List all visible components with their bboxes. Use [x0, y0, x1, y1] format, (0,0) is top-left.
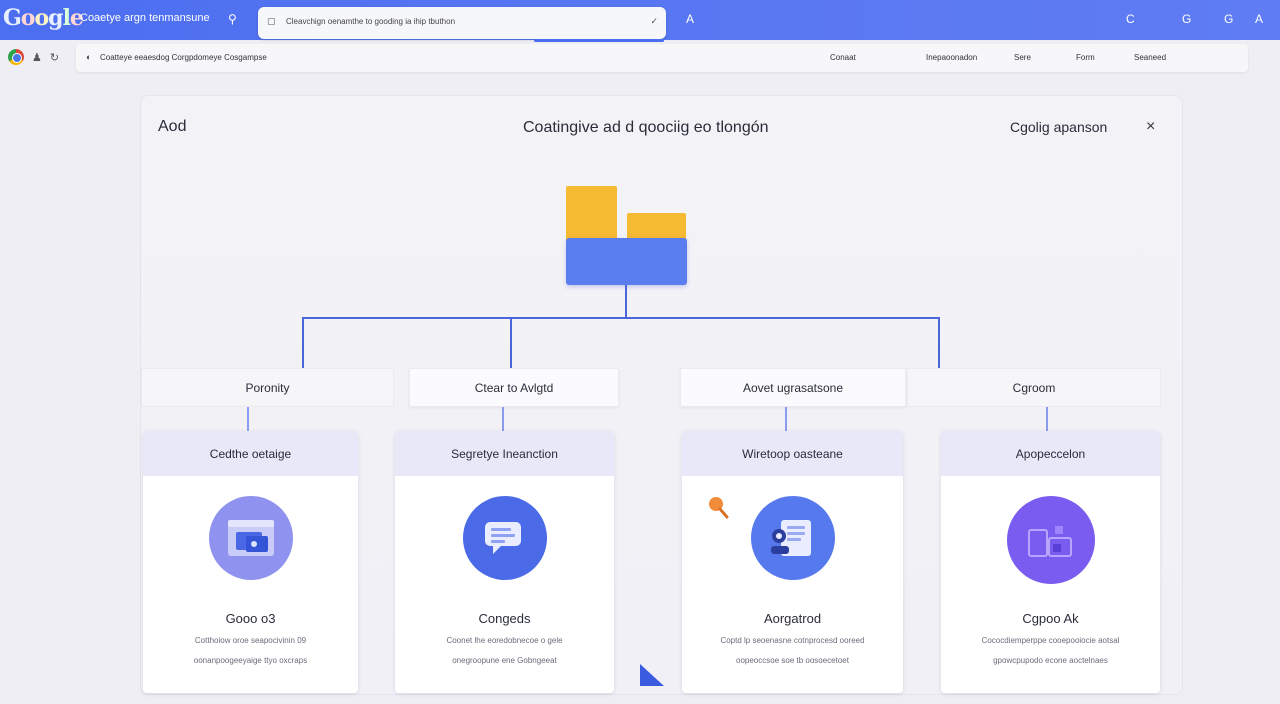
lock-icon: ◐	[86, 52, 92, 62]
address-bar[interactable]: ◐ Coatteye eeaesdog Corgpdomeye Cosgamps…	[76, 44, 1248, 72]
connector-branch-4	[938, 317, 940, 368]
toolbar-icon-g[interactable]: G	[1182, 11, 1191, 27]
folder-illustration-back	[566, 186, 617, 241]
browser-window-icon	[208, 496, 293, 580]
active-tab-indicator	[534, 39, 664, 42]
app-title: Coaetye argn tenmansune	[80, 12, 210, 24]
toolbar-icon-g2[interactable]: G	[1224, 11, 1233, 27]
section-tab-4[interactable]: Cgroom	[907, 368, 1161, 407]
card-header: Wiretoop oasteane	[682, 431, 903, 476]
tab-letter[interactable]: A	[686, 11, 694, 27]
card-description-line-2: oopeoccsoe soe tb oosoecetoet	[736, 656, 849, 665]
connector-horizontal	[302, 317, 940, 319]
card-description-line-2: oonanpoogeeyaige ttyo oxcraps	[193, 656, 308, 665]
organization-dialog: Aod Coatingive ad d qoociig eo tlongón C…	[140, 95, 1183, 695]
folder-illustration-tab	[627, 213, 686, 241]
section-tab-2[interactable]: Ctear to Avlgtd	[409, 368, 619, 407]
chat-document-icon	[462, 496, 547, 580]
card-header: Cedthe oetaige	[143, 431, 358, 476]
google-logo[interactable]: Google	[3, 5, 84, 31]
drop-line-3	[785, 407, 787, 431]
nav-link-info[interactable]: Inepaoonadon	[926, 53, 977, 62]
section-tab-3-label: Aovet ugrasatsone	[742, 380, 844, 395]
card-header: Apopeccelon	[941, 431, 1160, 476]
close-icon[interactable]: ×	[1146, 118, 1155, 136]
address-url: Coatteye eeaesdog Corgpdomeye Cosgampse	[100, 53, 267, 62]
search-input[interactable]: ▢ Cleavchign oenamthe to gooding ia ihip…	[258, 7, 666, 42]
folder-illustration-front	[566, 238, 687, 285]
card-name: Congeds	[478, 611, 531, 626]
connector-branch-1	[302, 317, 304, 368]
category-card-2[interactable]: Segretye Ineanction Congeds Coonet lhe e…	[395, 431, 614, 693]
category-card-4[interactable]: Apopeccelon Cgpoo Ak Cococdiemperppe coo…	[941, 431, 1160, 693]
nav-link-serve[interactable]: Sere	[1014, 53, 1031, 62]
expansion-label[interactable]: Cgolig apanson	[1010, 119, 1107, 135]
reload-icon[interactable]: ↻	[50, 51, 59, 64]
card-name: Aorgatrod	[763, 611, 822, 626]
search-placeholder: Cleavchign oenamthe to gooding ia ihip t…	[286, 17, 456, 26]
section-tab-4-label: Cgroom	[1012, 380, 1056, 395]
card-description-line-1: Coonet lhe eoredobnecoe o gele	[446, 636, 563, 645]
toolbar-icon-a[interactable]: A	[1255, 11, 1263, 27]
drop-line-2	[502, 407, 504, 431]
dialog-title: Coatingive ad d qoociig eo tlongón	[523, 119, 769, 136]
user-icon[interactable]: ♟	[32, 51, 42, 64]
card-name: Gooo o3	[225, 611, 276, 626]
browser-logo-icon[interactable]	[8, 49, 24, 65]
document-person-icon	[750, 496, 835, 580]
section-tab-2-label: Ctear to Avlgtd	[474, 380, 554, 395]
add-label[interactable]: Aod	[158, 118, 186, 136]
search-icon: ▢	[267, 16, 276, 26]
nav-link-search[interactable]: Seaneed	[1134, 53, 1166, 62]
card-description-line-2: gpowcpupodo econe aoctelnaes	[993, 656, 1108, 665]
category-card-3[interactable]: Wiretoop oasteane Aorgatrod Coptd lp seo…	[682, 431, 903, 693]
magnifier-icon	[709, 497, 729, 519]
nav-link-form[interactable]: Form	[1076, 53, 1095, 62]
section-tab-1[interactable]: Poronity	[141, 368, 394, 407]
connector-trunk	[625, 285, 627, 318]
pin-icon[interactable]: ⚲	[228, 11, 237, 27]
top-app-bar: Google Coaetye argn tenmansune ⚲ ▢ Cleav…	[0, 0, 1280, 42]
toolbar-icon-c[interactable]: C	[1126, 11, 1135, 27]
mouse-cursor-icon	[640, 664, 664, 686]
card-name: Cgpoo Ak	[1022, 611, 1079, 626]
drop-line-1	[247, 407, 249, 431]
card-description-line-1: Cotthoiow oroe seapocivinin 09	[194, 636, 307, 645]
category-card-1[interactable]: Cedthe oetaige Gooo o3 Cotthoiow oroe se…	[143, 431, 358, 693]
section-tab-3[interactable]: Aovet ugrasatsone	[680, 368, 906, 407]
card-header: Segretye Ineanction	[395, 431, 614, 476]
section-tab-1-label: Poronity	[245, 380, 290, 395]
connector-branch-2	[510, 317, 512, 368]
drop-line-4	[1046, 407, 1048, 431]
blocks-icon	[1006, 496, 1095, 584]
browser-nav: ♟ ↻	[8, 49, 59, 65]
card-description-line-1: Cococdiemperppe cooepooiocie aotsal	[981, 636, 1120, 645]
card-description-line-2: onegroopune ene Gobngeeat	[452, 656, 557, 665]
chevron-down-icon[interactable]: ✓	[650, 16, 658, 27]
nav-link-contact[interactable]: Conaat	[830, 53, 856, 62]
card-description-line-1: Coptd lp seoenasne cotnprocesd ooreed	[720, 636, 865, 645]
